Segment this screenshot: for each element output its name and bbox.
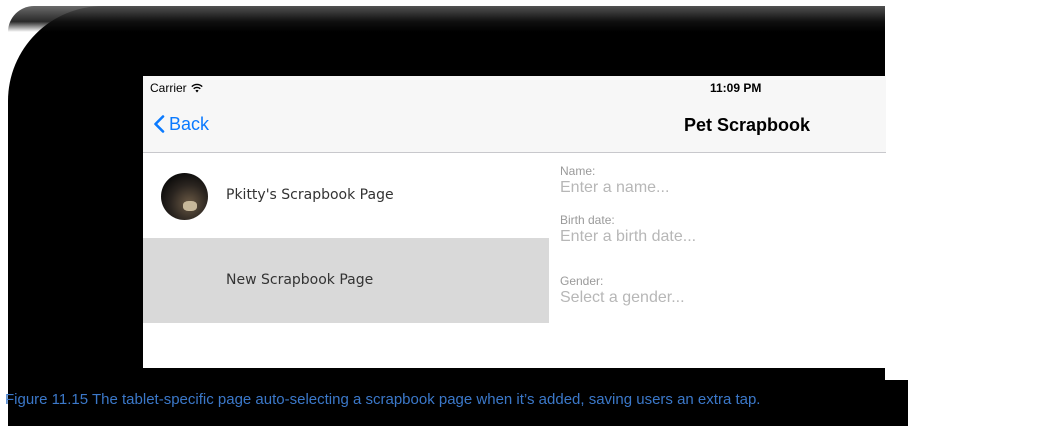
name-field: Name: [560, 164, 880, 197]
back-label: Back [169, 114, 210, 134]
name-label: Name: [560, 164, 596, 178]
carrier-label: Carrier [150, 81, 187, 95]
navigation-bar: Back Pet Scrapbook [143, 98, 886, 153]
pet-avatar [161, 173, 208, 220]
list-item-label: Pkitty's Scrapbook Page [226, 187, 394, 203]
device-crop [885, 0, 1053, 380]
gender-select[interactable] [560, 289, 860, 307]
detail-form: Name: Birth date: Gender: [560, 164, 880, 323]
scrapbook-page-list: Pkitty's Scrapbook Page New Scrapbook Pa… [143, 153, 549, 323]
gender-label: Gender: [560, 274, 604, 288]
page-title: Pet Scrapbook [684, 115, 811, 135]
birth-date-input[interactable] [560, 228, 860, 246]
list-item[interactable]: Pkitty's Scrapbook Page [143, 153, 549, 238]
status-bar: Carrier 11:09 PM [143, 76, 886, 98]
gender-field: Gender: [560, 274, 880, 307]
figure-caption: Figure 11.15 The tablet-specific page au… [5, 391, 761, 408]
wifi-icon [190, 83, 203, 93]
chevron-left-icon [154, 115, 165, 133]
back-button[interactable]: Back [153, 114, 209, 135]
status-time: 11:09 PM [710, 81, 762, 95]
list-item-label: New Scrapbook Page [226, 272, 374, 288]
birth-date-label: Birth date: [560, 213, 615, 227]
tablet-screen: Carrier 11:09 PM Back Pet Scrapbook Pkit… [143, 76, 886, 368]
list-item-selected[interactable]: New Scrapbook Page [143, 238, 549, 323]
birth-date-field: Birth date: [560, 213, 880, 246]
name-input[interactable] [560, 179, 860, 197]
bezel-highlight [8, 6, 886, 32]
carrier-text: Carrier [150, 81, 203, 95]
